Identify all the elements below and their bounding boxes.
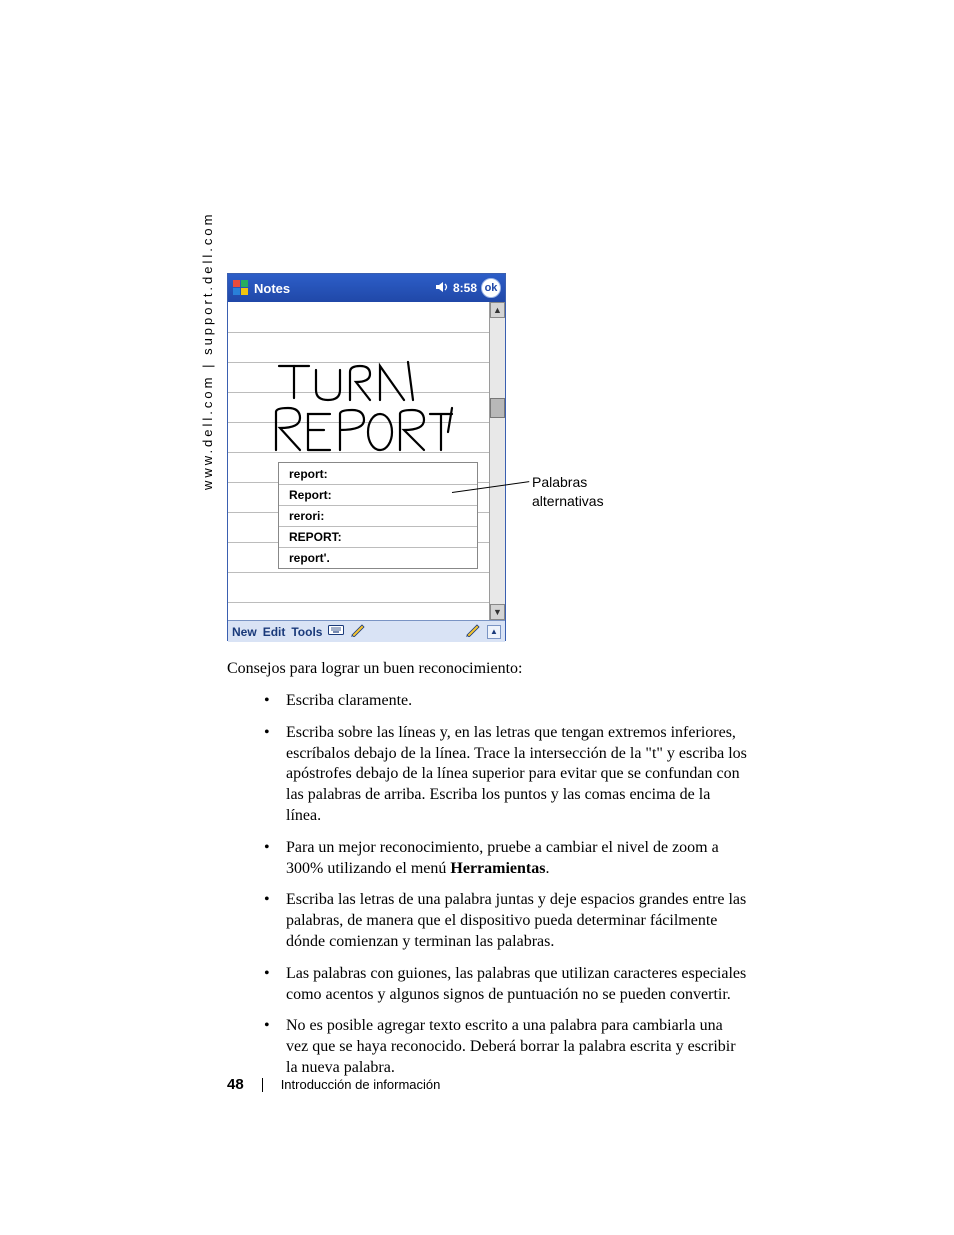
menu-new[interactable]: New — [232, 625, 257, 639]
tip-3-bold: Herramientas — [450, 860, 545, 877]
tip-6: No es posible agregar texto escrito a un… — [258, 1016, 748, 1078]
tip-1: Escriba claramente. — [258, 691, 748, 712]
alt-word-5[interactable]: report'. — [279, 547, 477, 568]
tip-3: Para un mejor reconocimiento, pruebe a c… — [258, 838, 748, 880]
notes-canvas[interactable]: report: Report: rerori: REPORT: report'. — [228, 302, 489, 620]
pda-device-frame: Notes 8:58 ok — [227, 273, 506, 641]
speaker-icon[interactable] — [435, 280, 449, 297]
scroll-thumb[interactable] — [490, 398, 505, 418]
alt-word-3[interactable]: rerori: — [279, 505, 477, 526]
tips-list: Escriba claramente. Escriba sobre las lí… — [258, 680, 748, 1079]
windows-flag-icon — [232, 279, 250, 297]
alt-word-2[interactable]: Report: — [279, 484, 477, 505]
page-footer: 48 Introducción de información — [227, 1076, 440, 1093]
intro-sentence: Consejos para lograr un buen reconocimie… — [227, 660, 747, 678]
menu-edit[interactable]: Edit — [263, 625, 286, 639]
pda-titlebar: Notes 8:58 ok — [228, 274, 505, 302]
sip-pen-icon[interactable] — [465, 623, 481, 640]
callout-line1: Palabras — [532, 474, 587, 490]
vertical-scrollbar[interactable]: ▲ ▼ — [489, 302, 505, 620]
side-url-text: www.dell.com | support.dell.com — [200, 212, 215, 490]
tip-5: Las palabras con guiones, las palabras q… — [258, 964, 748, 1006]
handwritten-word-turn — [276, 360, 416, 410]
handwritten-word-report — [270, 406, 460, 461]
scroll-up-arrow[interactable]: ▲ — [490, 302, 505, 318]
start-menu[interactable]: Notes — [232, 279, 290, 297]
app-title: Notes — [254, 281, 290, 296]
tip-3c: . — [545, 860, 549, 877]
tip-2: Escriba sobre las líneas y, en las letra… — [258, 723, 748, 827]
pda-body: report: Report: rerori: REPORT: report'.… — [228, 302, 505, 620]
menu-tools[interactable]: Tools — [291, 625, 322, 639]
document-page: { "side_url": "www.dell.com | support.de… — [0, 0, 954, 1235]
footer-divider — [262, 1078, 263, 1092]
alt-word-1[interactable]: report: — [279, 463, 477, 484]
alt-word-4[interactable]: REPORT: — [279, 526, 477, 547]
pda-command-bar: New Edit Tools ▲ — [228, 620, 505, 642]
scroll-down-arrow[interactable]: ▼ — [490, 604, 505, 620]
page-number: 48 — [227, 1076, 244, 1093]
alternatives-popup: report: Report: rerori: REPORT: report'. — [278, 462, 478, 569]
clock-time: 8:58 — [453, 281, 477, 295]
callout-line2: alternativas — [532, 493, 604, 509]
sip-up-arrow[interactable]: ▲ — [487, 625, 501, 639]
keyboard-icon[interactable] — [328, 623, 344, 640]
pen-icon[interactable] — [350, 623, 366, 640]
callout-label: Palabras alternativas — [532, 473, 604, 511]
ok-button[interactable]: ok — [481, 278, 501, 298]
scroll-track[interactable] — [490, 318, 505, 604]
section-title: Introducción de información — [281, 1077, 441, 1092]
tip-4: Escriba las letras de una palabra juntas… — [258, 890, 748, 952]
